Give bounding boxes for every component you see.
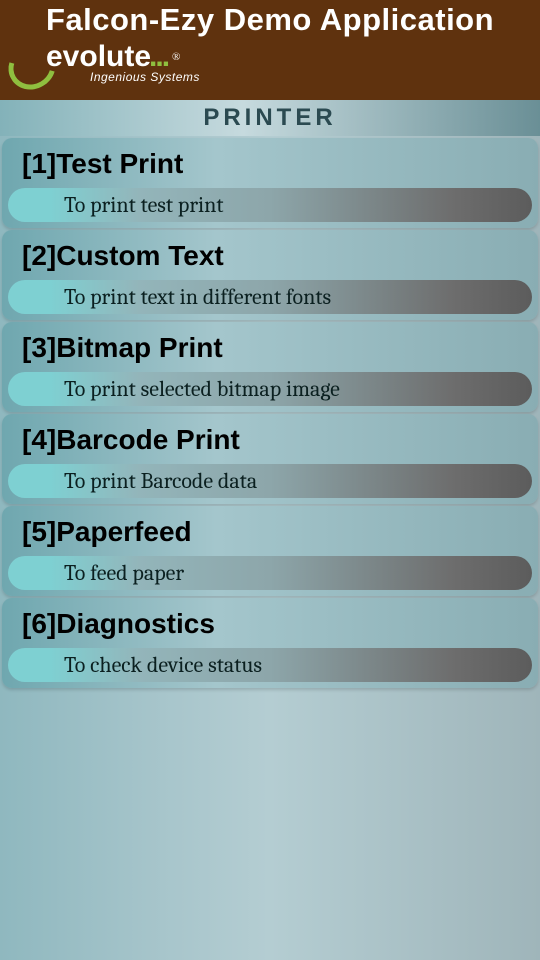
menu-item-title: [3]Bitmap Print [2,332,538,372]
menu-item-title: [5]Paperfeed [2,516,538,556]
menu-item-diagnostics[interactable]: [6]Diagnostics To check device status [2,598,538,688]
menu-item-desc: To print selected bitmap image [64,376,340,402]
menu-item-desc: To print test print [64,192,224,218]
menu-item-desc: To print text in different fonts [64,284,331,310]
menu-item-barcode-print[interactable]: [4]Barcode Print To print Barcode data [2,414,538,504]
brand-text: evolute [46,42,151,72]
menu-item-desc-row: To check device status [8,648,532,682]
menu-item-title: [2]Custom Text [2,240,538,280]
menu-item-desc-row: To print selected bitmap image [8,372,532,406]
menu-item-title: [4]Barcode Print [2,424,538,464]
app-title: Falcon-Ezy Demo Application [46,2,494,38]
menu-item-custom-text[interactable]: [2]Custom Text To print text in differen… [2,230,538,320]
swoosh-icon [8,43,48,83]
menu-item-desc: To check device status [64,652,262,678]
menu-item-desc: To print Barcode data [64,468,257,494]
app-header: Falcon-Ezy Demo Application evolute ... … [0,0,540,100]
brand-subtext: Ingenious Systems [90,70,200,84]
menu-item-test-print[interactable]: [1]Test Print To print test print [2,138,538,228]
menu-item-title: [1]Test Print [2,148,538,188]
registered-icon: ® [172,51,180,63]
menu-item-bitmap-print[interactable]: [3]Bitmap Print To print selected bitmap… [2,322,538,412]
menu-item-desc-row: To print text in different fonts [8,280,532,314]
menu-item-desc-row: To print test print [8,188,532,222]
section-title: PRINTER [0,100,540,136]
menu-item-desc: To feed paper [64,560,184,586]
menu-item-desc-row: To feed paper [8,556,532,590]
menu-item-desc-row: To print Barcode data [8,464,532,498]
brand-dots-icon: ... [149,42,168,72]
printer-menu: [1]Test Print To print test print [2]Cus… [0,138,540,688]
menu-item-title: [6]Diagnostics [2,608,538,648]
brand-logo: evolute ... ® Ingenious Systems [0,42,540,84]
menu-item-paperfeed[interactable]: [5]Paperfeed To feed paper [2,506,538,596]
